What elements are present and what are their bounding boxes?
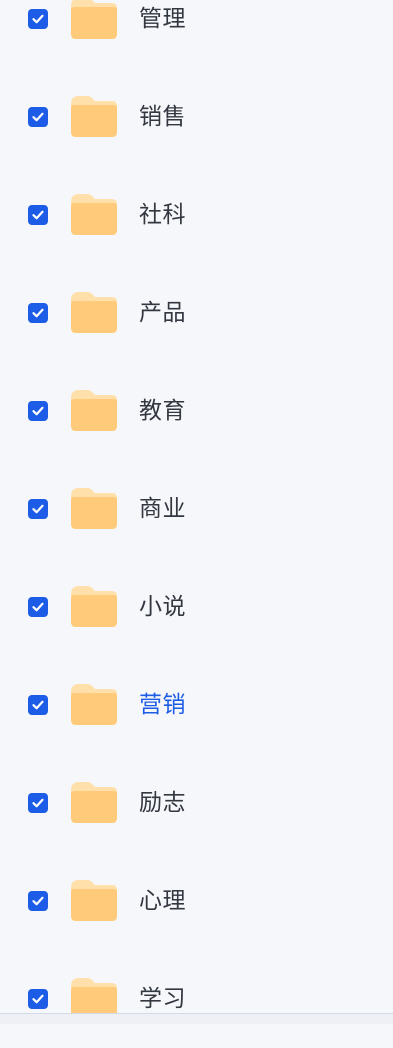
folder-icon [71,390,117,431]
checkmark-icon [32,994,44,1004]
folder-icon [71,292,117,333]
folder-row-2[interactable]: 社科 [0,166,393,264]
folder-icon [71,586,117,627]
checkmark-icon [32,896,44,906]
folder-row-8[interactable]: 励志 [0,754,393,852]
checkmark-icon [32,112,44,122]
folder-label[interactable]: 产品 [139,298,186,328]
checkmark-icon [32,798,44,808]
folder-label[interactable]: 小说 [139,592,186,622]
folder-row-7[interactable]: 营销 [0,656,393,754]
checkmark-icon [32,308,44,318]
checkmark-icon [32,406,44,416]
folder-label[interactable]: 学习 [139,984,186,1014]
folder-label[interactable]: 销售 [139,102,186,132]
folder-row-0[interactable]: 管理 [0,0,393,68]
checkbox[interactable] [28,205,48,225]
folder-row-10[interactable]: 学习 [0,950,393,1048]
folder-icon [71,782,117,823]
checkbox[interactable] [28,401,48,421]
checkmark-icon [32,210,44,220]
folder-label[interactable]: 管理 [139,4,186,34]
folder-row-5[interactable]: 商业 [0,460,393,558]
checkbox[interactable] [28,793,48,813]
folder-row-4[interactable]: 教育 [0,362,393,460]
folder-icon [71,194,117,235]
checkbox[interactable] [28,9,48,29]
checkmark-icon [32,504,44,514]
folder-label[interactable]: 商业 [139,494,186,524]
folder-row-9[interactable]: 心理 [0,852,393,950]
folder-icon [71,684,117,725]
folder-icon [71,0,117,39]
folder-label[interactable]: 励志 [139,788,186,818]
bottom-bar [0,1013,393,1024]
checkbox[interactable] [28,107,48,127]
checkbox[interactable] [28,695,48,715]
folder-icon [71,96,117,137]
checkbox[interactable] [28,303,48,323]
folder-label[interactable]: 心理 [139,886,186,916]
checkbox[interactable] [28,989,48,1009]
folder-label[interactable]: 营销 [139,690,186,720]
checkmark-icon [32,602,44,612]
checkbox[interactable] [28,891,48,911]
folder-label[interactable]: 社科 [139,200,186,230]
checkmark-icon [32,700,44,710]
checkbox[interactable] [28,499,48,519]
checkbox[interactable] [28,597,48,617]
folder-icon [71,488,117,529]
folder-row-3[interactable]: 产品 [0,264,393,362]
folder-row-1[interactable]: 销售 [0,68,393,166]
folder-list: 管理 销售 社科 产品 教育 商业 小说 营销 励志 心理 学习 [0,0,393,1048]
folder-row-6[interactable]: 小说 [0,558,393,656]
checkmark-icon [32,14,44,24]
folder-icon [71,880,117,921]
folder-label[interactable]: 教育 [139,396,186,426]
